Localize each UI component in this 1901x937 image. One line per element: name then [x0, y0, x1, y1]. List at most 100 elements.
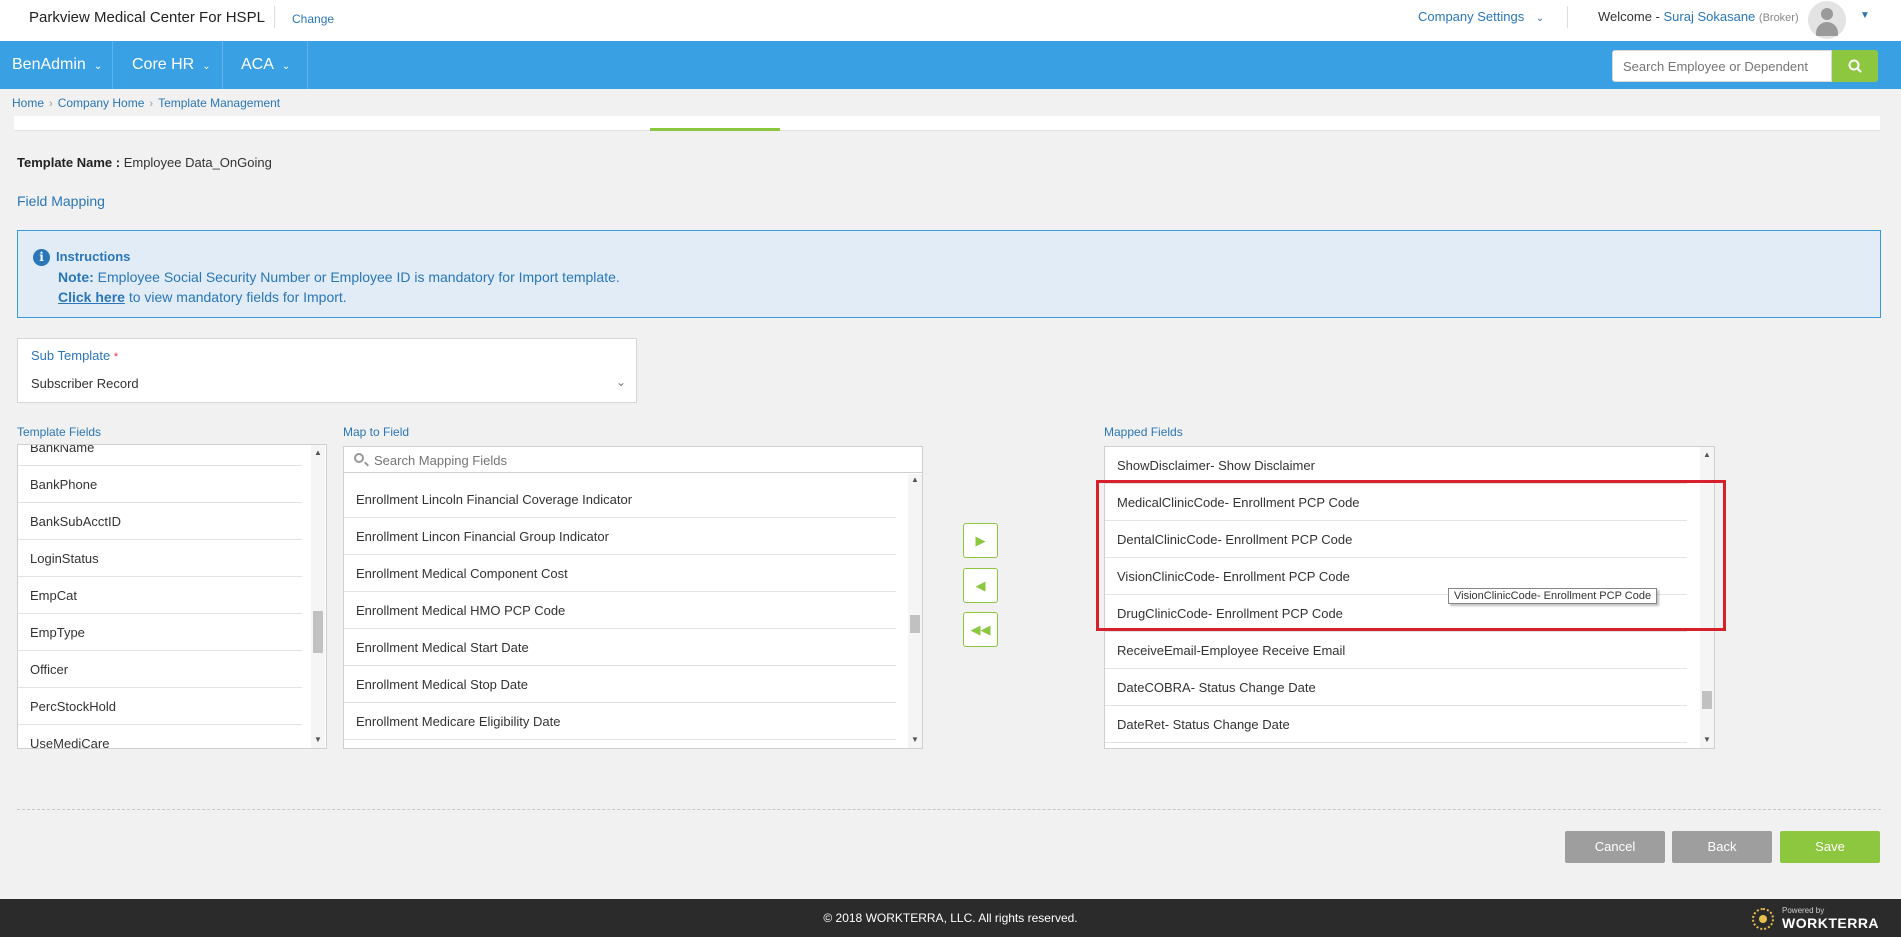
tab-strip — [14, 116, 1880, 131]
chevron-down-icon: ⌄ — [202, 61, 211, 72]
mandatory-fields-link[interactable]: Click here — [58, 289, 125, 305]
map-selected-button[interactable]: ▶ — [963, 523, 998, 558]
back-button[interactable]: Back — [1672, 831, 1772, 863]
list-item[interactable]: DateCOBRA- Status Change Date — [1105, 669, 1687, 706]
mapped-fields-label: Mapped Fields — [1104, 425, 1183, 439]
list-item[interactable]: EmpCat — [18, 577, 302, 614]
mapped-fields-scrollbar[interactable]: ▲ ▼ — [1700, 447, 1714, 748]
save-button[interactable]: Save — [1780, 831, 1880, 863]
brand-name: WORKTERRA — [1782, 915, 1880, 931]
list-item[interactable]: Enrollment Medical Stop Date — [344, 666, 896, 703]
list-item[interactable]: Enrollment Medical Component Cost — [344, 555, 896, 592]
list-item[interactable]: Enrollment Medical HMO PCP Code — [344, 592, 896, 629]
list-item[interactable]: UseMediCare — [18, 725, 302, 748]
arrow-right-icon: ▶ — [975, 533, 986, 548]
footer: © 2018 WORKTERRA, LLC. All rights reserv… — [0, 899, 1901, 937]
list-item[interactable]: EmpType — [18, 614, 302, 651]
note-label: Note: — [58, 269, 94, 285]
chevron-down-icon: ⌄ — [615, 375, 626, 389]
breadcrumb-template-management[interactable]: Template Management — [158, 96, 280, 110]
scroll-up-icon[interactable]: ▲ — [1700, 449, 1714, 461]
list-item[interactable]: BankSubAcctID — [18, 503, 302, 540]
user-name-link[interactable]: Suraj Sokasane — [1664, 9, 1756, 24]
mapping-search-input[interactable] — [374, 447, 774, 473]
list-item[interactable]: Officer — [18, 651, 302, 688]
list-item[interactable]: ReceiveEmail-Employee Receive Email — [1105, 632, 1687, 669]
workterra-logo-icon — [1752, 908, 1774, 930]
list-item[interactable]: PercStockHold — [18, 688, 302, 725]
powered-by-label: Powered by — [1782, 906, 1825, 915]
list-item[interactable]: Enrollment Lincon Financial Group Indica… — [344, 518, 896, 555]
list-item[interactable]: Enrollment Medical Start Date — [344, 629, 896, 666]
template-fields-label: Template Fields — [17, 425, 102, 439]
section-title-field-mapping: Field Mapping — [17, 193, 105, 209]
map-to-field-list[interactable]: Enrollment Lincoln Financial Coverage In… — [343, 446, 923, 749]
copyright-text: © 2018 WORKTERRA, LLC. All rights reserv… — [823, 911, 1078, 925]
sub-template-label-text: Sub Template — [31, 348, 111, 363]
list-item[interactable]: DateRet- Status Change Date — [1105, 706, 1687, 743]
breadcrumb: Home › Company Home › Template Management — [12, 96, 280, 110]
welcome-text: Welcome - Suraj Sokasane (Broker) — [1598, 9, 1799, 24]
company-settings-menu[interactable]: Company Settings ⌄ — [1418, 9, 1544, 24]
scroll-down-icon[interactable]: ▼ — [908, 734, 922, 746]
unmap-all-button[interactable]: ◀◀ — [963, 612, 998, 647]
active-tab-indicator — [650, 128, 780, 131]
employee-search-input[interactable] — [1613, 51, 1831, 81]
chevron-down-icon: ⌄ — [1535, 13, 1545, 24]
instructions-link-line: Click here to view mandatory fields for … — [58, 289, 347, 305]
scroll-down-icon[interactable]: ▼ — [1700, 734, 1714, 746]
avatar-body — [1816, 22, 1838, 36]
info-icon: i — [33, 249, 50, 266]
list-item[interactable]: DentalClinicCode- Enrollment PCP Code — [1105, 521, 1687, 558]
scroll-thumb[interactable] — [910, 615, 920, 633]
list-item[interactable]: BankName — [18, 445, 302, 466]
template-fields-list[interactable]: BankName BankPhone BankSubAcctID LoginSt… — [17, 444, 327, 749]
breadcrumb-separator: › — [149, 98, 154, 110]
welcome-label: Welcome - — [1598, 9, 1664, 24]
user-avatar-icon[interactable] — [1808, 1, 1846, 39]
scroll-down-icon[interactable]: ▼ — [311, 734, 325, 746]
scroll-thumb[interactable] — [313, 611, 323, 653]
search-icon — [354, 453, 364, 463]
double-arrow-left-icon: ◀◀ — [970, 622, 991, 637]
template-fields-scrollbar[interactable]: ▲ ▼ — [311, 445, 325, 748]
nav-aca[interactable]: ACA ⌄ — [229, 41, 307, 89]
breadcrumb-company-home[interactable]: Company Home — [58, 96, 145, 110]
nav-divider — [112, 41, 113, 89]
nav-benadmin[interactable]: BenAdmin ⌄ — [0, 41, 112, 89]
employee-search-button[interactable] — [1832, 50, 1878, 82]
company-settings-label: Company Settings — [1418, 9, 1525, 24]
list-item[interactable]: LoginStatus — [18, 540, 302, 577]
user-role: (Broker) — [1758, 12, 1799, 24]
breadcrumb-home[interactable]: Home — [12, 96, 44, 110]
cancel-button[interactable]: Cancel — [1565, 831, 1665, 863]
scroll-thumb[interactable] — [1702, 691, 1712, 709]
list-item[interactable]: Enrollment Medicare Eligibility Date — [344, 703, 896, 740]
scroll-up-icon[interactable]: ▲ — [311, 447, 325, 459]
list-item[interactable]: ShowDisclaimer- Show Disclaimer — [1105, 447, 1687, 484]
unmap-selected-button[interactable]: ◀ — [963, 568, 998, 603]
dashed-divider — [17, 809, 1881, 810]
header-divider — [274, 6, 275, 28]
template-name-label: Template Name : — [17, 155, 121, 170]
link-suffix: to view mandatory fields for Import. — [124, 289, 347, 305]
chevron-down-icon: ⌄ — [93, 61, 103, 72]
sub-template-value: Subscriber Record — [31, 376, 139, 391]
arrow-left-icon: ◀ — [975, 578, 986, 593]
list-item[interactable]: BankPhone — [18, 466, 302, 503]
template-name-value: Employee Data_OnGoing — [120, 155, 272, 170]
scroll-up-icon[interactable]: ▲ — [908, 474, 922, 486]
user-menu-chevron-icon[interactable]: ▼ — [1860, 10, 1870, 21]
item-tooltip: VisionClinicCode- Enrollment PCP Code — [1448, 588, 1658, 604]
sub-template-select[interactable]: Sub Template * Subscriber Record ⌄ — [17, 338, 637, 403]
nav-core-hr-label: Core HR — [132, 56, 195, 73]
list-item[interactable]: MedicalClinicCode- Enrollment PCP Code — [1105, 484, 1687, 521]
header-divider — [1567, 6, 1568, 28]
change-company-link[interactable]: Change — [292, 12, 334, 26]
instructions-panel: i Instructions Note: Employee Social Sec… — [17, 230, 1881, 318]
map-to-field-scrollbar[interactable]: ▲ ▼ — [908, 474, 922, 748]
list-item[interactable]: Enrollment Lincoln Financial Coverage In… — [344, 481, 896, 518]
company-name: Parkview Medical Center For HSPL — [29, 9, 265, 26]
nav-core-hr[interactable]: Core HR ⌄ — [120, 41, 220, 89]
employee-search-box — [1612, 50, 1832, 82]
